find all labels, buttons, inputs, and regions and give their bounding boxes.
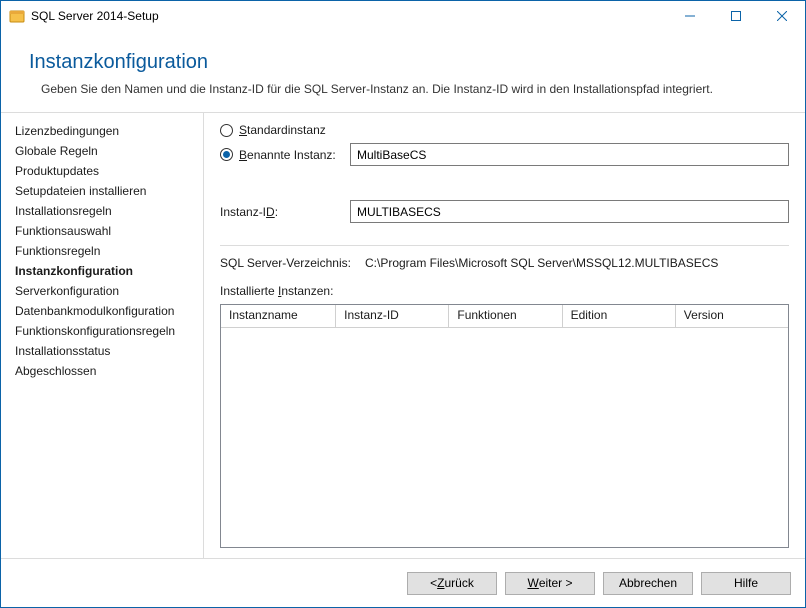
page-title: Instanzkonfiguration xyxy=(29,51,777,74)
default-instance-radio[interactable] xyxy=(220,124,233,137)
sidebar-item[interactable]: Funktionskonfigurationsregeln xyxy=(1,321,203,341)
sidebar-item[interactable]: Globale Regeln xyxy=(1,141,203,161)
default-instance-row: Standardinstanz xyxy=(220,123,789,137)
sidebar-item[interactable]: Installationsregeln xyxy=(1,201,203,221)
close-button[interactable] xyxy=(759,1,805,31)
window-title: SQL Server 2014-Setup xyxy=(31,9,667,23)
instance-id-input[interactable] xyxy=(350,200,789,223)
setup-window: SQL Server 2014-Setup Instanzkonfigurati… xyxy=(0,0,806,608)
page-header: Instanzkonfiguration Geben Sie den Namen… xyxy=(1,31,805,112)
grid-col-header[interactable]: Instanz-ID xyxy=(336,305,449,328)
named-instance-radio[interactable] xyxy=(220,148,233,161)
app-icon xyxy=(9,8,25,24)
steps-sidebar: Lizenzbedingungen Globale Regeln Produkt… xyxy=(1,113,204,558)
grid-header: Instanzname Instanz-ID Funktionen Editio… xyxy=(221,305,788,328)
grid-col-header[interactable]: Funktionen xyxy=(449,305,562,328)
grid-body xyxy=(221,328,788,547)
sidebar-item[interactable]: Funktionsauswahl xyxy=(1,221,203,241)
cancel-button[interactable]: Abbrechen xyxy=(603,572,693,595)
named-instance-input[interactable] xyxy=(350,143,789,166)
installed-instances-grid[interactable]: Instanzname Instanz-ID Funktionen Editio… xyxy=(220,304,789,548)
directory-label: SQL Server-Verzeichnis: xyxy=(220,256,365,270)
sidebar-item[interactable]: Installationsstatus xyxy=(1,341,203,361)
back-button[interactable]: < Zurück xyxy=(407,572,497,595)
sidebar-item[interactable]: Serverkonfiguration xyxy=(1,281,203,301)
separator xyxy=(220,245,789,246)
named-instance-label: Benannte Instanz: xyxy=(239,148,336,162)
directory-row: SQL Server-Verzeichnis: C:\Program Files… xyxy=(220,256,789,270)
directory-value: C:\Program Files\Microsoft SQL Server\MS… xyxy=(365,256,718,270)
named-instance-row: Benannte Instanz: xyxy=(220,143,789,166)
sidebar-item[interactable]: Abgeschlossen xyxy=(1,361,203,381)
instance-id-label: Instanz-ID: xyxy=(220,205,350,219)
page-subtitle: Geben Sie den Namen und die Instanz-ID f… xyxy=(41,82,751,96)
sidebar-item[interactable]: Setupdateien installieren xyxy=(1,181,203,201)
sidebar-item[interactable]: Datenbankmodulkonfiguration xyxy=(1,301,203,321)
titlebar: SQL Server 2014-Setup xyxy=(1,1,805,31)
body: Lizenzbedingungen Globale Regeln Produkt… xyxy=(1,112,805,559)
help-button[interactable]: Hilfe xyxy=(701,572,791,595)
grid-col-header[interactable]: Edition xyxy=(563,305,676,328)
sidebar-item[interactable]: Instanzkonfiguration xyxy=(1,261,203,281)
sidebar-item[interactable]: Produktupdates xyxy=(1,161,203,181)
grid-col-header[interactable]: Instanzname xyxy=(221,305,336,328)
maximize-button[interactable] xyxy=(713,1,759,31)
main-panel: Standardinstanz Benannte Instanz: Instan… xyxy=(204,113,805,558)
minimize-button[interactable] xyxy=(667,1,713,31)
next-button[interactable]: Weiter > xyxy=(505,572,595,595)
window-controls xyxy=(667,1,805,31)
default-instance-label: Standardinstanz xyxy=(239,123,326,137)
installed-instances-label: Installierte Instanzen: xyxy=(220,284,789,298)
grid-col-header[interactable]: Version xyxy=(676,305,788,328)
instance-id-row: Instanz-ID: xyxy=(220,200,789,223)
footer: < Zurück Weiter > Abbrechen Hilfe xyxy=(1,559,805,607)
sidebar-item[interactable]: Lizenzbedingungen xyxy=(1,121,203,141)
sidebar-item[interactable]: Funktionsregeln xyxy=(1,241,203,261)
